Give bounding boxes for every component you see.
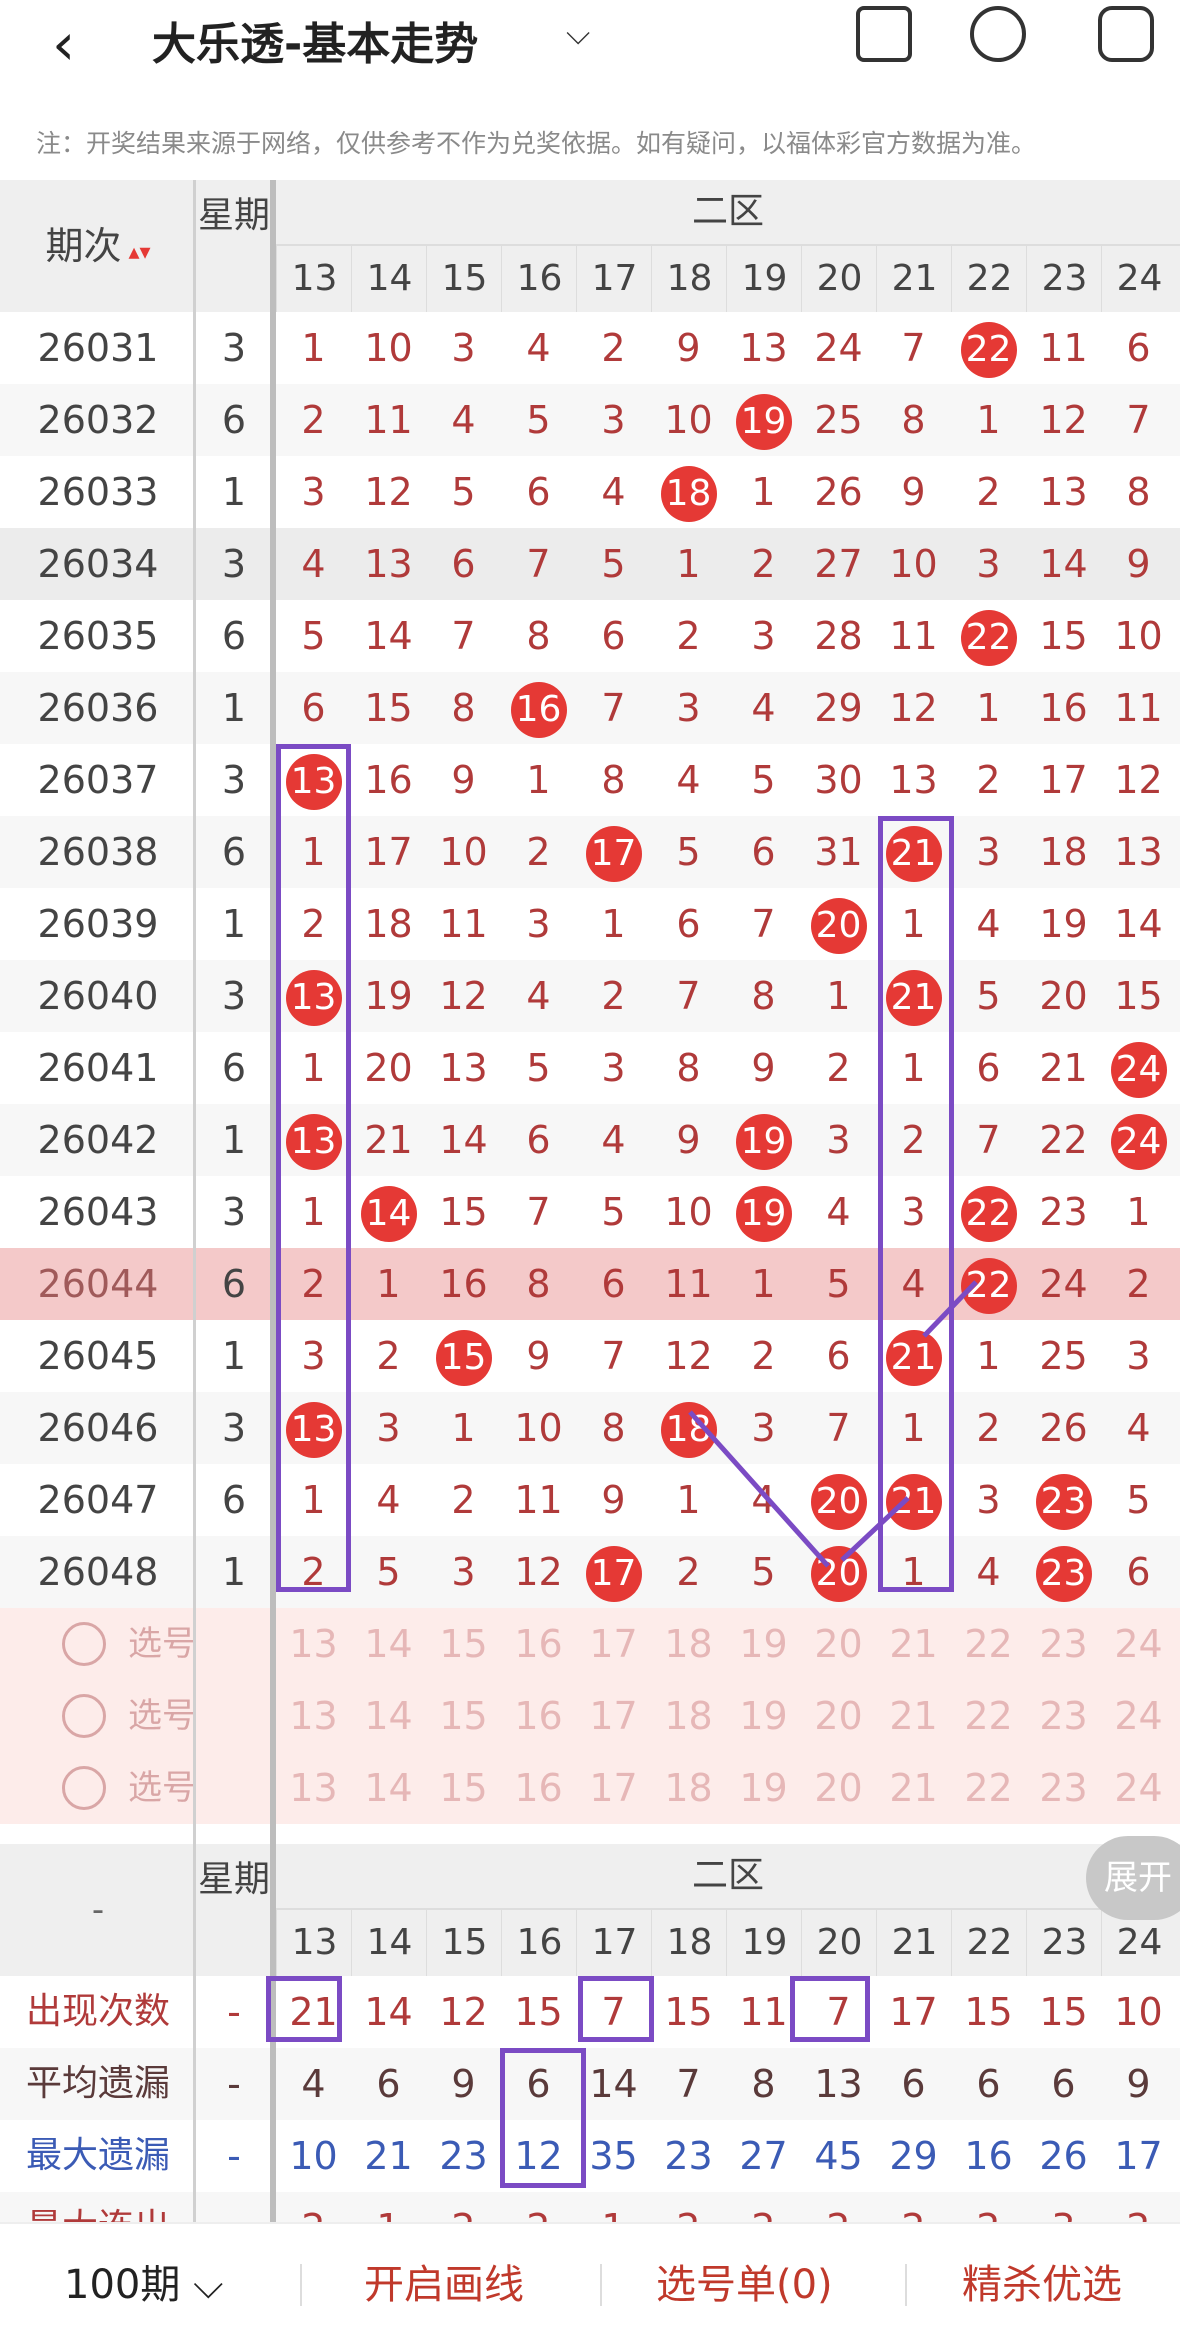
period-selector-button[interactable]: 100期 ⌵ xyxy=(64,2252,223,2310)
draw-line-button[interactable]: 开启画线 xyxy=(364,2252,524,2310)
ticket-button[interactable]: 选号单(0) xyxy=(656,2252,833,2310)
annotation-line xyxy=(688,1410,830,1568)
annotation-line xyxy=(922,1280,978,1338)
chevron-down-icon: ⌵ xyxy=(193,2262,224,2308)
period-selector-label: 100期 xyxy=(64,2262,181,2308)
filter-button[interactable]: 精杀优选 xyxy=(962,2252,1122,2310)
divider xyxy=(300,2264,302,2306)
divider xyxy=(905,2264,907,2306)
annotation-line xyxy=(840,1496,910,1562)
annotation-lines xyxy=(688,1280,978,1568)
bottom-bar: 100期 ⌵ 开启画线 选号单(0) 精杀优选 xyxy=(0,2222,1180,2343)
divider xyxy=(600,2264,602,2306)
